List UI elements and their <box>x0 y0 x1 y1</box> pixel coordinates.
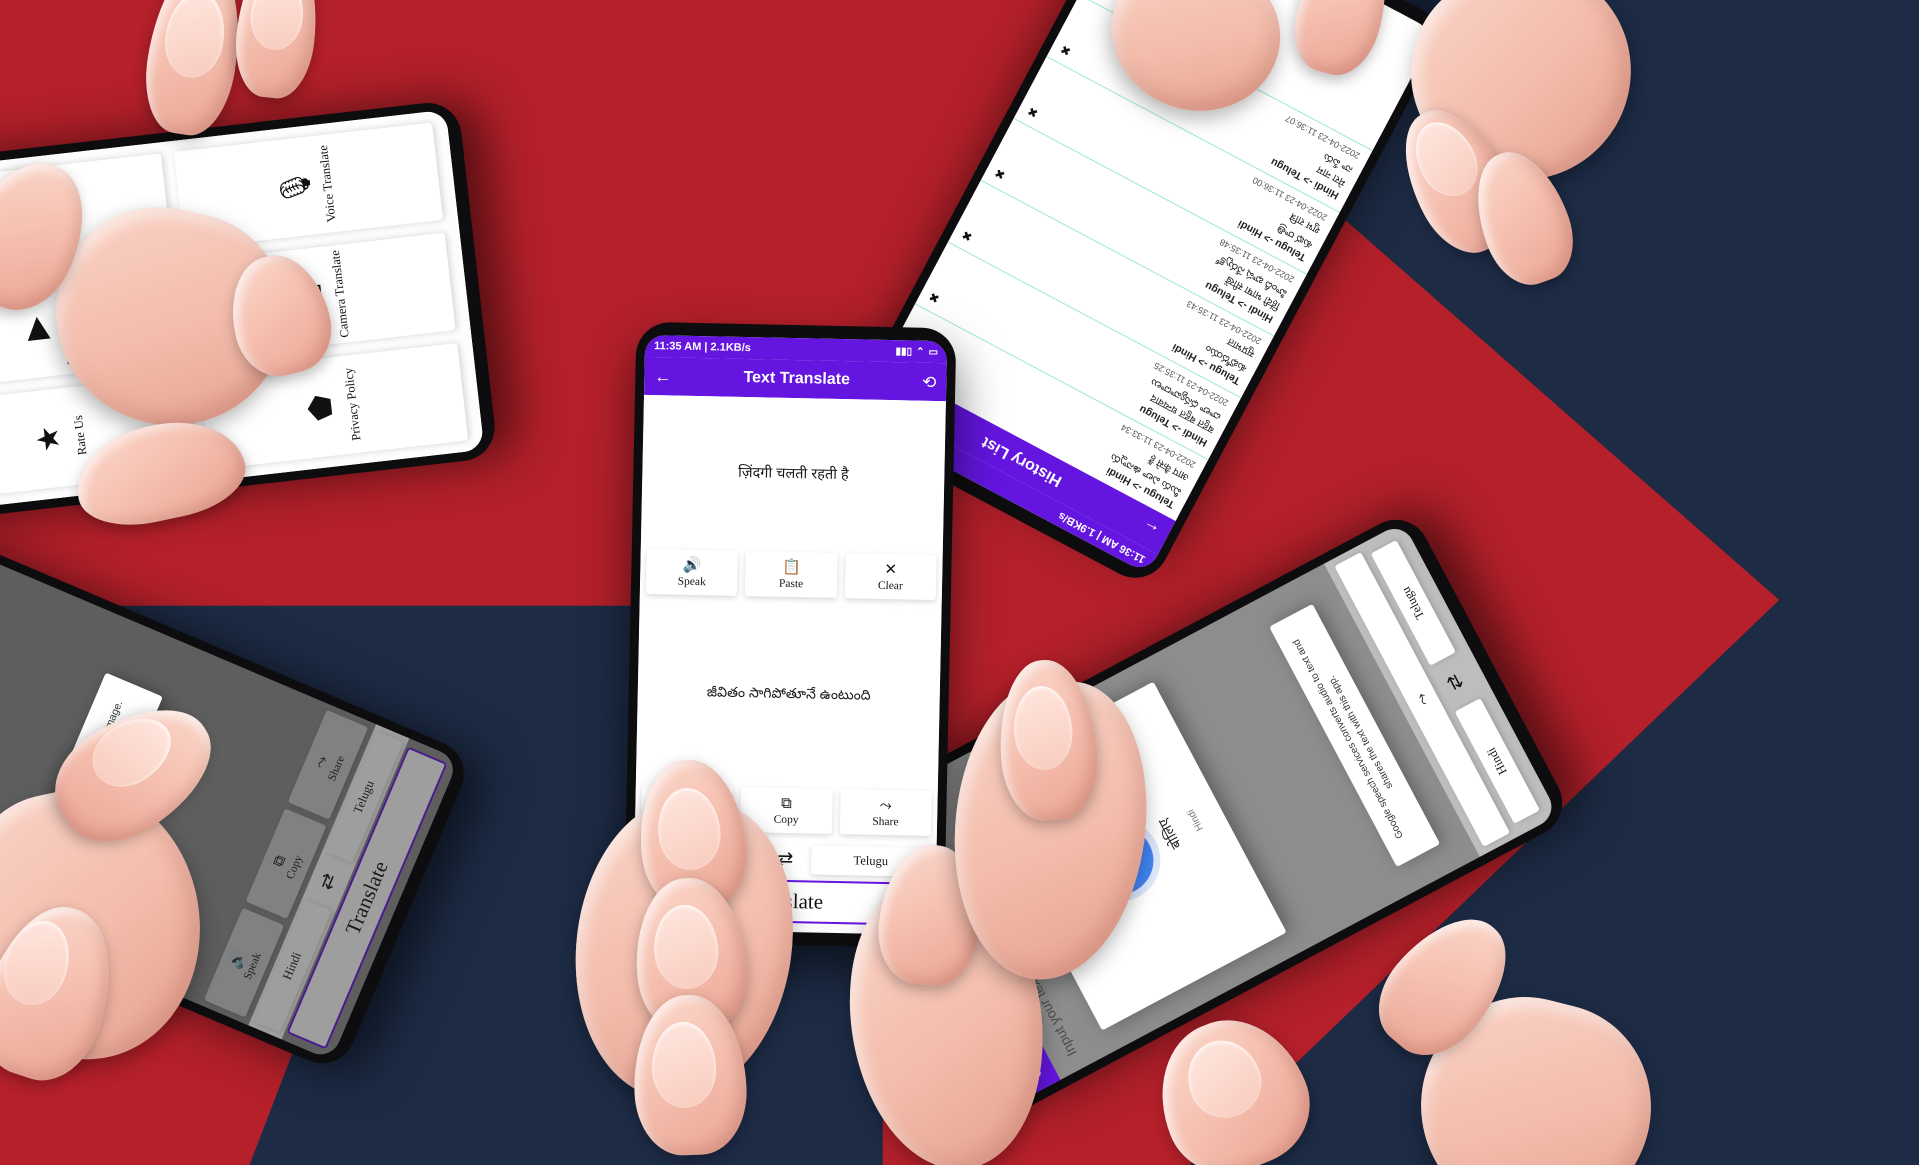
button-label: Paste <box>778 577 804 591</box>
back-arrow-icon[interactable]: ← <box>654 367 671 386</box>
copy-icon: ⧉ <box>780 794 792 813</box>
speak-source-button[interactable]: 🔊 Speak <box>645 548 739 596</box>
paste-button[interactable]: 📋 Paste <box>745 551 838 598</box>
menu-item-camera-translate[interactable]: ▣ Camera Translate <box>185 232 456 360</box>
button-label: Copy <box>773 813 799 827</box>
source-action-row: 🔊 Speak 📋 Paste ✕ Clear <box>639 544 943 610</box>
status-icons: ▮▮▯ ⌃ ▭ <box>895 346 938 358</box>
speech-language-label: Hindi <box>1185 807 1206 833</box>
source-language-select[interactable]: Hindi <box>640 841 760 874</box>
button-label: Clear <box>877 579 903 593</box>
delete-icon[interactable]: ✖ <box>959 227 974 244</box>
translate-button[interactable]: Translate <box>640 876 928 926</box>
menu-label: Rate Us <box>71 414 90 456</box>
camera-icon: ▣ <box>290 281 327 314</box>
app-bar: ← Text Translate ⟲ <box>643 356 947 402</box>
menu-label: Camera Translate <box>327 249 352 339</box>
delete-icon[interactable]: ✖ <box>1025 104 1040 121</box>
text-translate-icon: ⎙ <box>6 204 42 233</box>
copy-button[interactable]: ⧉ Copy <box>740 787 833 834</box>
privacy-lock-icon: ⬟ <box>302 393 339 423</box>
swap-arrows-icon[interactable]: ⇄ <box>310 859 347 905</box>
target-text: జీవితం సాగిపోతూనే ఉంటుంది <box>706 683 871 703</box>
menu-label: Voice Translate <box>315 144 339 223</box>
status-time: 11:35 AM | 2.1KB/s <box>653 340 751 355</box>
speaker-icon: 🔊 <box>677 792 697 811</box>
close-x-icon: ✕ <box>884 560 898 579</box>
back-arrow-icon[interactable]: ← <box>1023 1060 1048 1084</box>
speak-target-button[interactable]: 🔊 Speak <box>640 784 734 832</box>
delete-icon[interactable]: ✖ <box>927 289 942 306</box>
source-text: ज़िंदगी चलती रहती है <box>737 464 849 484</box>
phone-text-translate: 11:35 AM | 2.1KB/s ▮▮▯ ⌃ ▭ ← Text Transl… <box>623 321 957 949</box>
swap-arrows-icon[interactable]: ⇄ <box>765 848 805 872</box>
share-button[interactable]: ⤳ Share <box>839 789 932 836</box>
clear-button[interactable]: ✕ Clear <box>844 553 937 601</box>
wifi-icon: ⌃ <box>916 346 925 358</box>
star-icon: ★ <box>31 423 67 455</box>
battery-icon: ▭ <box>928 346 939 358</box>
screen-main-menu: 11:27 AM | 28.3KB/s ▮▮▯ ⌃ ▭ Hindi To Tel… <box>0 109 485 521</box>
menu-item-image-translate[interactable]: ▶ Image Translate <box>0 263 184 391</box>
menu-label: Text Translate <box>44 178 67 251</box>
menu-item-privacy-policy[interactable]: ⬟ Privacy Policy <box>198 342 469 470</box>
clipboard-icon: 📋 <box>781 558 801 577</box>
button-label: Share <box>872 815 899 829</box>
page-title: Text Translate <box>743 368 851 389</box>
delete-icon[interactable]: ✖ <box>1058 42 1073 59</box>
back-arrow-icon[interactable]: ← <box>1138 517 1162 542</box>
menu-item-voice-translate[interactable]: 🎙 Voice Translate <box>173 122 444 250</box>
button-label: Speak <box>677 575 706 589</box>
share-icon: ⤳ <box>879 796 892 815</box>
delete-icon[interactable]: ✖ <box>992 165 1007 182</box>
history-icon[interactable]: ⟲ <box>922 372 937 391</box>
share-icon: ⤳ <box>311 753 332 771</box>
screen-text-translate: 11:35 AM | 2.1KB/s ▮▮▯ ⌃ ▭ ← Text Transl… <box>632 334 948 936</box>
menu-item-rate-us[interactable]: ★ Rate Us <box>0 373 197 501</box>
menu-grid: ★ Rate Us ▶ Image Translate ⎙ Text Trans… <box>0 109 485 514</box>
button-label: Speak <box>672 811 701 825</box>
signal-icon: ▮▮▯ <box>895 345 913 357</box>
share-icon: ⤳ <box>1412 689 1433 709</box>
menu-item-text-translate[interactable]: ⎙ Text Translate <box>0 153 172 281</box>
target-text-area: జీవితం సాగిపోతూనే ఉంటుంది <box>635 602 942 788</box>
microphone-icon: 🎤 <box>1095 836 1143 886</box>
language-row: Hindi ⇄ Telugu <box>633 838 937 882</box>
microphone-icon: 🎙 <box>277 166 315 209</box>
copy-icon: ⧉ <box>269 852 290 870</box>
spinner-icon <box>32 851 77 896</box>
menu-label: Privacy Policy <box>341 367 364 442</box>
speaker-icon: 🔊 <box>682 556 702 575</box>
mic-button[interactable]: 🎤 <box>1073 814 1166 907</box>
target-action-row: 🔊 Speak ⧉ Copy ⤳ Share <box>634 780 938 846</box>
speak-prompt: बोलिए <box>1154 815 1185 852</box>
target-language-select[interactable]: Telugu <box>810 845 931 877</box>
image-translate-icon: ▶ <box>18 315 55 342</box>
source-text-area[interactable]: ज़िंदगी चलती रहती है <box>640 394 946 552</box>
menu-label: Image Translate <box>56 284 80 366</box>
